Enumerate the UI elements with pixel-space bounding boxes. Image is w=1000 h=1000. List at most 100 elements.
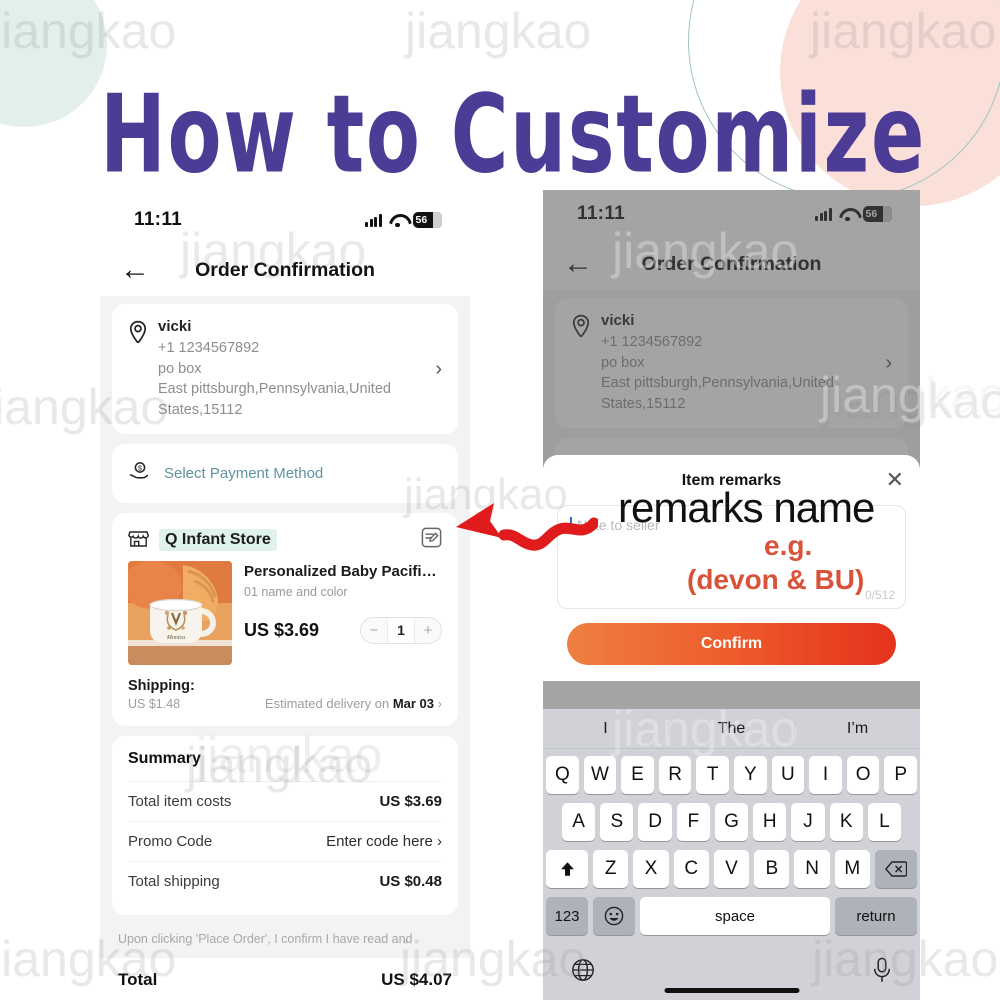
summary-row-value: US $3.69 bbox=[379, 793, 442, 811]
key-t[interactable]: T bbox=[696, 756, 729, 794]
summary-row-label: Total item costs bbox=[128, 793, 232, 811]
promo-code-link[interactable]: Enter code here › bbox=[326, 833, 442, 850]
home-indicator bbox=[664, 988, 799, 993]
keyboard-row-3: Z X C V B N M bbox=[546, 850, 917, 888]
confirm-button[interactable]: Confirm bbox=[567, 623, 896, 665]
key-v[interactable]: V bbox=[713, 850, 750, 888]
screen-content: vicki +1 1234567892 po box East pittsbur… bbox=[100, 296, 470, 958]
numeric-key[interactable]: 123 bbox=[546, 897, 588, 935]
quantity-stepper[interactable]: − 1 + bbox=[360, 617, 442, 645]
key-p[interactable]: P bbox=[884, 756, 917, 794]
key-f[interactable]: F bbox=[676, 803, 710, 841]
product-variant: 01 name and color bbox=[244, 585, 348, 600]
key-x[interactable]: X bbox=[633, 850, 669, 888]
product-thumbnail: Monica bbox=[128, 561, 232, 666]
key-d[interactable]: D bbox=[638, 803, 672, 841]
character-counter: 0/512 bbox=[864, 588, 895, 602]
key-u[interactable]: U bbox=[771, 756, 805, 794]
key-r[interactable]: R bbox=[658, 756, 692, 794]
keyboard-suggestion-bar: I The I’m bbox=[543, 709, 920, 749]
key-g[interactable]: G bbox=[714, 803, 749, 841]
suggestion-chip[interactable]: I bbox=[543, 720, 669, 737]
summary-row: Total item costs US $3.69 bbox=[128, 781, 442, 821]
delivery-chevron-icon[interactable]: › bbox=[438, 696, 442, 711]
recipient-name: vicki bbox=[158, 318, 192, 335]
wifi-icon bbox=[389, 214, 406, 228]
close-icon[interactable]: ✕ bbox=[886, 469, 904, 491]
key-m[interactable]: M bbox=[834, 850, 870, 888]
payment-method-card[interactable]: $ Select Payment Method bbox=[112, 444, 458, 504]
key-c[interactable]: C bbox=[673, 850, 709, 888]
summary-title: Summary bbox=[128, 750, 201, 768]
back-arrow-icon[interactable]: ← bbox=[120, 255, 150, 285]
shipping-row[interactable]: Shipping: US $1.48 Estimated delivery on… bbox=[128, 677, 442, 712]
microphone-icon[interactable] bbox=[872, 957, 892, 988]
keyboard-row-1: Q W E R T Y U I O P bbox=[546, 756, 917, 794]
delivery-date: Mar 03 bbox=[392, 696, 435, 712]
quantity-value[interactable]: 1 bbox=[387, 618, 415, 644]
key-y[interactable]: Y bbox=[734, 756, 767, 794]
globe-icon[interactable] bbox=[571, 958, 595, 987]
suggestion-chip[interactable]: I’m bbox=[795, 720, 920, 737]
key-l[interactable]: L bbox=[867, 803, 901, 841]
suggestion-chip[interactable]: The bbox=[669, 720, 795, 737]
store-icon bbox=[128, 528, 149, 553]
item-remarks-modal: Item remarks ✕ Note to seller 0/512 Conf… bbox=[543, 455, 920, 681]
key-k[interactable]: K bbox=[829, 803, 863, 841]
summary-row-label: Total shipping bbox=[128, 873, 220, 891]
note-to-seller-input[interactable]: Note to seller 0/512 bbox=[557, 505, 906, 609]
backspace-icon[interactable] bbox=[874, 850, 917, 888]
key-a[interactable]: A bbox=[562, 803, 596, 841]
emoji-icon[interactable] bbox=[593, 897, 635, 935]
quantity-decrease-button[interactable]: − bbox=[361, 622, 387, 639]
quantity-increase-button[interactable]: + bbox=[415, 622, 441, 639]
chevron-right-icon[interactable]: › bbox=[429, 358, 442, 381]
key-b[interactable]: B bbox=[754, 850, 790, 888]
select-payment-method-label[interactable]: Select Payment Method bbox=[164, 465, 323, 482]
summary-row[interactable]: Promo Code Enter code here › bbox=[128, 821, 442, 861]
on-screen-keyboard: I The I’m Q W E R T Y U I O P A S D F G … bbox=[543, 709, 920, 1000]
total-label: Total bbox=[118, 969, 158, 989]
key-n[interactable]: N bbox=[794, 850, 830, 888]
key-e[interactable]: E bbox=[621, 756, 654, 794]
shipping-label: Shipping: bbox=[128, 678, 195, 695]
total-bar: Total US $4.07 bbox=[100, 957, 470, 998]
summary-row-value: US $0.48 bbox=[379, 873, 442, 891]
signal-bars-icon bbox=[365, 213, 382, 227]
battery-icon: 56 bbox=[413, 212, 442, 228]
terms-text: Upon clicking 'Place Order', I confirm I… bbox=[118, 932, 413, 947]
svg-text:$: $ bbox=[138, 466, 142, 473]
return-key[interactable]: return bbox=[835, 897, 917, 935]
store-name[interactable]: Q Infant Store bbox=[159, 529, 277, 552]
estimated-delivery[interactable]: Estimated delivery on Mar 03 › bbox=[265, 696, 442, 712]
keyboard-row-2: A S D F G H J K L bbox=[546, 803, 917, 841]
space-key[interactable]: space bbox=[640, 897, 830, 935]
product-price: US $3.69 bbox=[244, 620, 320, 641]
key-q[interactable]: Q bbox=[546, 756, 579, 794]
key-h[interactable]: H bbox=[753, 803, 787, 841]
key-s[interactable]: S bbox=[600, 803, 634, 841]
key-j[interactable]: J bbox=[791, 803, 825, 841]
address-line-1: po box bbox=[158, 360, 202, 377]
page-heading: Order Confirmation bbox=[195, 258, 375, 281]
modal-title: Item remarks bbox=[681, 472, 782, 489]
payment-hand-icon: $ bbox=[128, 461, 152, 486]
key-z[interactable]: Z bbox=[593, 850, 629, 888]
key-i[interactable]: I bbox=[809, 756, 842, 794]
address-line-3: States,15112 bbox=[158, 401, 243, 418]
status-bar-time: 11:11 bbox=[134, 209, 182, 230]
note-edit-icon[interactable] bbox=[421, 527, 442, 553]
product-row[interactable]: Monica Personalized Baby Pacifier Clip C… bbox=[128, 561, 442, 666]
phone-left-screenshot: 11:11 56 ← Order Confirmation vicki +1 1… bbox=[100, 196, 470, 1000]
total-value: US $4.07 bbox=[381, 969, 452, 989]
store-product-card: Q Infant Store Monica Personalized Baby … bbox=[112, 513, 458, 727]
status-bar: 11:11 56 bbox=[100, 196, 470, 244]
recipient-phone: +1 1234567892 bbox=[158, 340, 260, 356]
address-card[interactable]: vicki +1 1234567892 po box East pittsbur… bbox=[112, 304, 458, 435]
battery-level: 56 bbox=[415, 213, 428, 226]
shift-icon[interactable] bbox=[546, 850, 589, 888]
key-o[interactable]: O bbox=[846, 756, 880, 794]
delivery-prefix: Estimated delivery on bbox=[264, 696, 390, 712]
key-w[interactable]: W bbox=[583, 756, 617, 794]
product-title: Personalized Baby Pacifier Clip Custo… bbox=[244, 563, 442, 581]
